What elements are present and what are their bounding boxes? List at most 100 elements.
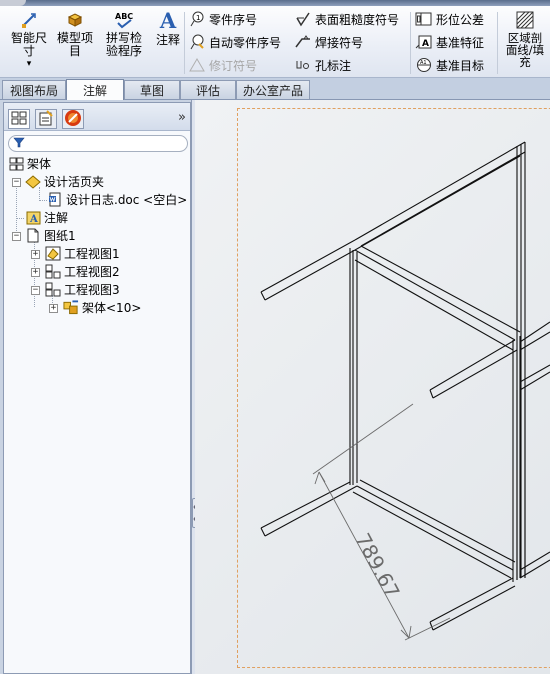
tree-item-design-binder[interactable]: 设计活页夹 <box>25 173 104 190</box>
tree-item-label: 架体<10> <box>82 301 142 315</box>
balloon-button[interactable]: 1 零件序号 <box>188 10 257 28</box>
revision-symbol-button[interactable]: 修订符号 <box>188 56 257 74</box>
balloon-label: 零件序号 <box>209 12 258 27</box>
note-label: 注释 <box>155 33 180 47</box>
feature-tree-icon <box>11 111 27 128</box>
weld-symbol-icon <box>294 34 311 50</box>
area-hatch-icon <box>515 10 535 30</box>
property-manager-tab[interactable] <box>35 109 57 129</box>
surface-finish-label: 表面粗糙度符号 <box>315 12 400 27</box>
sheet-icon <box>25 228 41 243</box>
spell-checker-label: 拼写检 验程序 <box>105 31 142 58</box>
datum-target-button[interactable]: A1 基准目标 <box>415 56 484 74</box>
tab-view-layout[interactable]: 视图布局 <box>2 80 66 99</box>
tree-connector <box>39 200 47 201</box>
smart-dimension-dropdown-arrow[interactable]: ▾ <box>27 60 32 69</box>
smart-dimension-button[interactable]: 智能尺 寸 ▾ <box>8 10 50 69</box>
datum-target-label: 基准目标 <box>436 58 485 73</box>
tree-expand-toggle[interactable]: + <box>31 250 40 259</box>
spell-check-icon: ABC <box>114 10 134 30</box>
note-icon: A <box>158 10 178 32</box>
note-a-glyph: A <box>159 8 177 33</box>
tree-expand-toggle[interactable]: + <box>31 268 40 277</box>
geometric-tolerance-label: 形位公差 <box>436 12 485 27</box>
smart-dimension-icon <box>19 10 39 30</box>
tree-item-root[interactable]: 架体 <box>8 155 51 172</box>
hole-callout-button[interactable]: 孔标注 <box>294 56 351 74</box>
more-panels-chevron[interactable]: » <box>178 110 186 125</box>
graphics-area[interactable]: 789.67 <box>195 100 550 674</box>
tree-item-view1[interactable]: 工程视图1 <box>45 245 120 262</box>
tree-item-view2[interactable]: 工程视图2 <box>45 263 120 280</box>
weld-symbol-button[interactable]: 焊接符号 <box>294 33 363 51</box>
feature-manager-tab[interactable] <box>8 109 30 129</box>
tree-filter-input[interactable] <box>8 135 188 152</box>
model-items-label: 模型项 目 <box>56 31 93 58</box>
tree-item-label: 注解 <box>44 211 69 225</box>
tree-item-annotations[interactable]: A 注解 <box>25 209 68 226</box>
tree-connector <box>16 183 17 237</box>
isometric-frame-view[interactable]: 789.67 <box>195 100 550 674</box>
revision-triangle-icon <box>188 57 205 73</box>
dimension-extension-line <box>312 403 414 475</box>
design-binder-icon <box>25 174 41 189</box>
svg-text:A1: A1 <box>420 60 427 66</box>
geometric-tolerance-icon <box>415 11 432 27</box>
datum-target-icon: A1 <box>415 57 432 73</box>
tree-collapse-toggle[interactable]: − <box>31 286 40 295</box>
area-hatch-button[interactable]: 区域剖 面线/填 充 <box>502 10 548 68</box>
tree-item-label: 架体 <box>27 157 52 171</box>
tab-sketch[interactable]: 草图 <box>124 80 180 99</box>
svg-text:A: A <box>422 39 429 49</box>
dimxpert-tab[interactable] <box>62 109 84 129</box>
dimension-value[interactable]: 789.67 <box>351 529 405 602</box>
svg-text:A: A <box>29 214 38 225</box>
revision-symbol-label: 修订符号 <box>209 58 258 73</box>
geometric-tolerance-button[interactable]: 形位公差 <box>415 10 484 28</box>
svg-text:1: 1 <box>196 14 200 22</box>
drawing-view-icon <box>45 246 61 261</box>
surface-finish-icon <box>294 11 311 27</box>
model-items-button[interactable]: 模型项 目 <box>54 10 96 58</box>
tree-item-label: 设计日志.doc <空白> <box>66 193 188 207</box>
projected-view-icon <box>45 264 61 279</box>
tree-item-label: 图纸1 <box>44 229 76 243</box>
dimension-extension-line <box>404 617 451 641</box>
command-manager-tabs: 视图布局 注解 草图 评估 办公室产品 <box>0 78 550 100</box>
tree-item-design-log[interactable]: 设计日志.doc <空白> <box>47 191 187 208</box>
tab-evaluate[interactable]: 评估 <box>180 80 236 99</box>
ribbon-separator <box>497 12 498 74</box>
tree-connector <box>16 218 24 219</box>
auto-balloon-button[interactable]: 自动零件序号 <box>188 33 281 51</box>
tree-collapse-toggle[interactable]: − <box>12 178 21 187</box>
tree-item-assembly[interactable]: 架体<10> <box>63 299 141 316</box>
dimxpert-icon <box>64 109 82 130</box>
drawing-document-icon <box>8 156 24 171</box>
ribbon-separator <box>410 12 411 74</box>
tree-expand-toggle[interactable]: + <box>49 304 58 313</box>
note-button[interactable]: A 注释 <box>152 10 184 47</box>
surface-finish-button[interactable]: 表面粗糙度符号 <box>294 10 399 28</box>
hole-callout-label: 孔标注 <box>315 58 352 73</box>
feature-manager-panel: » 架体 − 设计活页夹 设计日志.doc <空白> A 注解 − 图纸1 + … <box>3 102 191 674</box>
smart-dimension-label: 智能尺 寸 <box>10 31 47 58</box>
tab-office-products[interactable]: 办公室产品 <box>236 80 310 99</box>
annotations-folder-icon: A <box>25 210 41 225</box>
command-manager-ribbon: 智能尺 寸 ▾ 模型项 目 ABC 拼写检 验程序 A 注释 1 零件序号 自动… <box>0 6 550 78</box>
weld-symbol-label: 焊接符号 <box>315 35 364 50</box>
property-manager-icon <box>38 109 54 129</box>
datum-feature-button[interactable]: A 基准特征 <box>415 33 484 51</box>
tree-item-view3[interactable]: 工程视图3 <box>45 281 120 298</box>
tree-item-sheet[interactable]: 图纸1 <box>25 227 76 244</box>
tree-item-label: 工程视图3 <box>64 283 120 297</box>
spell-checker-button[interactable]: ABC 拼写检 验程序 <box>102 10 146 58</box>
hole-callout-icon <box>294 57 311 73</box>
assembly-icon <box>63 300 79 315</box>
filter-funnel-icon <box>13 137 25 151</box>
tree-collapse-toggle[interactable]: − <box>12 232 21 241</box>
projected-view-icon <box>45 282 61 297</box>
tab-annotation[interactable]: 注解 <box>66 79 124 100</box>
panel-tab-strip: » <box>4 103 190 131</box>
balloon-icon: 1 <box>188 11 205 27</box>
model-items-icon <box>65 10 85 30</box>
